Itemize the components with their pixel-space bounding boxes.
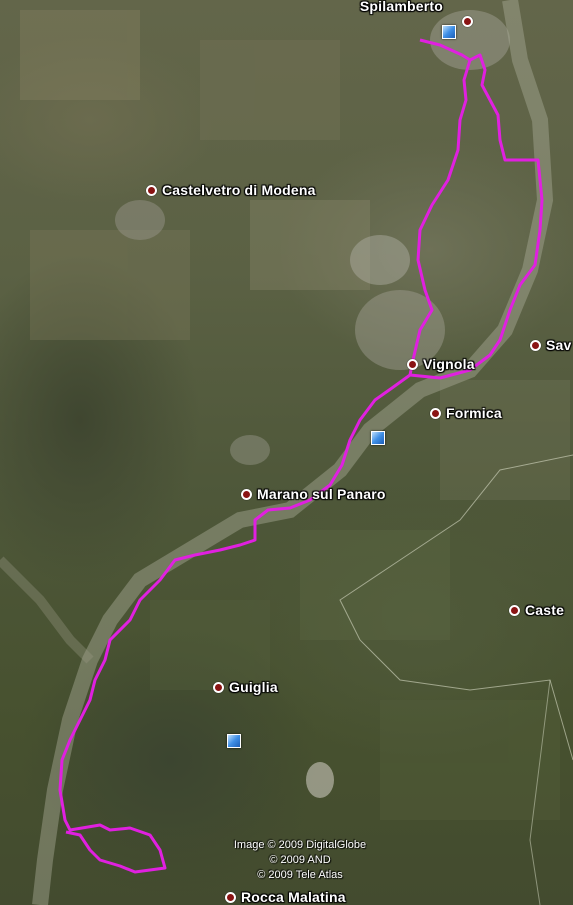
terrain-layer [0, 0, 573, 905]
place-dot-icon [213, 681, 224, 693]
place-dot-icon [407, 358, 418, 370]
place-castelvetro[interactable]: Castelvetro di Modena [146, 182, 316, 198]
place-dot-icon [462, 16, 473, 27]
place-savignano[interactable]: Sav [530, 337, 572, 353]
place-dot-icon [241, 488, 252, 500]
place-castellino[interactable]: Caste [509, 602, 564, 618]
river-branch [0, 556, 94, 664]
placemark-icon[interactable] [442, 25, 456, 39]
place-spilamberto-marker[interactable] [462, 16, 473, 27]
place-formica[interactable]: Formica [430, 405, 502, 421]
copyright-line: © 2009 Tele Atlas [257, 869, 343, 881]
place-guiglia[interactable]: Guiglia [213, 679, 278, 695]
copyright-line: © 2009 AND [269, 854, 331, 866]
place-label: Guiglia [229, 679, 278, 695]
place-dot-icon [430, 407, 441, 419]
place-dot-icon [530, 339, 541, 351]
place-dot-icon [225, 891, 236, 903]
place-dot-icon [146, 184, 157, 196]
map-copyright: Image © 2009 DigitalGlobe © 2009 AND © 2… [200, 838, 400, 883]
place-label: Rocca Malatina [241, 889, 346, 905]
place-label: Spilamberto [359, 0, 443, 14]
place-label: Castelvetro di Modena [162, 182, 316, 198]
place-label: Formica [446, 405, 502, 421]
place-rocca[interactable]: Rocca Malatina [225, 889, 346, 905]
place-label: Caste [525, 602, 565, 618]
place-marano[interactable]: Marano sul Panaro [241, 486, 386, 502]
place-label: Marano sul Panaro [257, 486, 386, 502]
place-label: Sav [546, 337, 572, 353]
satellite-map[interactable]: Spilamberto Castelvetro di Modena Vignol… [0, 0, 573, 905]
quarry [306, 762, 334, 798]
place-dot-icon [509, 604, 520, 616]
copyright-line: Image © 2009 DigitalGlobe [233, 839, 367, 851]
place-vignola[interactable]: Vignola [407, 356, 475, 372]
placemark-icon[interactable] [227, 734, 241, 748]
place-label: Vignola [423, 356, 475, 372]
placemark-icon[interactable] [371, 431, 385, 445]
